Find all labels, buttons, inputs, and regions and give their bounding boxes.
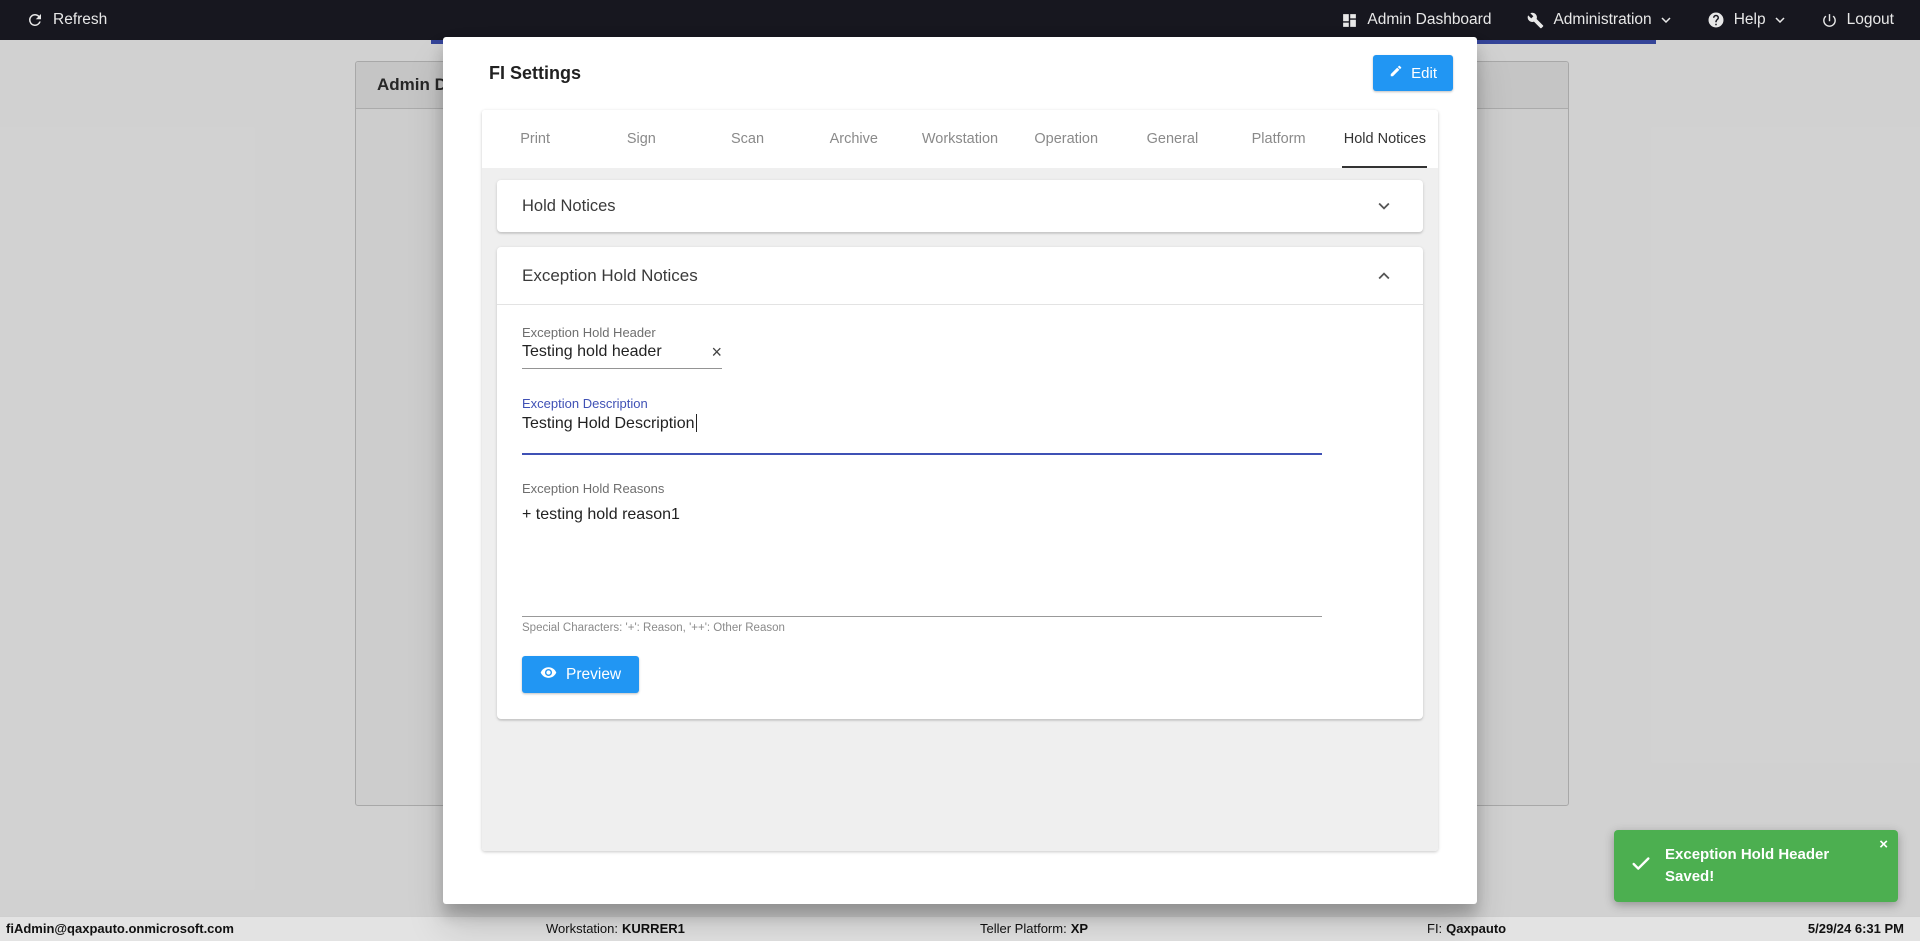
wrench-icon	[1527, 12, 1544, 29]
tab-operation[interactable]: Operation	[1013, 110, 1119, 168]
power-icon	[1821, 12, 1838, 29]
special-characters-hint: Special Characters: '+': Reason, '++': O…	[522, 622, 785, 634]
edit-label: Edit	[1411, 64, 1437, 82]
help-icon	[1707, 11, 1725, 29]
tab-sign[interactable]: Sign	[588, 110, 694, 168]
dashboard-grid-icon	[1341, 12, 1358, 29]
logout-button[interactable]: Logout	[1821, 11, 1894, 29]
focused-input-underline	[522, 453, 1322, 455]
clear-icon[interactable]: ×	[711, 343, 722, 361]
tab-archive[interactable]: Archive	[801, 110, 907, 168]
tab-bar: Print Sign Scan Archive Workstation Oper…	[482, 110, 1438, 168]
exception-hold-notices-accordion: Exception Hold Notices Exception Hold He…	[497, 247, 1423, 719]
refresh-icon	[26, 11, 44, 29]
help-menu[interactable]: Help	[1707, 11, 1785, 29]
administration-label: Administration	[1553, 11, 1652, 28]
logged-in-user: fiAdmin@qaxpauto.onmicrosoft.com	[6, 921, 234, 936]
text-cursor	[695, 414, 698, 432]
tab-workstation[interactable]: Workstation	[907, 110, 1013, 168]
exception-hold-reasons-field: Exception Hold Reasons + testing hold re…	[522, 481, 1395, 634]
eye-icon	[540, 664, 557, 686]
tab-print[interactable]: Print	[482, 110, 588, 168]
chevron-down-icon	[1373, 195, 1395, 217]
exception-accordion-content: Exception Hold Header Testing hold heade…	[497, 305, 1423, 719]
teller-platform-label: Teller Platform:	[980, 921, 1067, 936]
preview-label: Preview	[566, 665, 622, 683]
check-icon	[1630, 853, 1652, 880]
pencil-icon	[1389, 64, 1403, 82]
admin-dashboard-button[interactable]: Admin Dashboard	[1341, 11, 1491, 29]
logout-label: Logout	[1846, 11, 1894, 28]
hold-notices-accordion-header[interactable]: Hold Notices	[497, 180, 1423, 232]
topbar: Refresh Admin Dashboard Administration H…	[0, 0, 1920, 40]
teller-platform-value: XP	[1070, 921, 1089, 936]
settings-tab-card: Print Sign Scan Archive Workstation Oper…	[482, 110, 1438, 851]
teller-platform-status: Teller Platform: XP	[980, 917, 1088, 941]
exception-description-input[interactable]: Testing Hold Description	[522, 414, 1395, 433]
tab-platform[interactable]: Platform	[1226, 110, 1332, 168]
exception-hold-reasons-textarea[interactable]: + testing hold reason1	[522, 499, 1322, 617]
tab-hold-notices[interactable]: Hold Notices	[1332, 110, 1438, 168]
refresh-label: Refresh	[53, 11, 108, 28]
fi-value: Qaxpauto	[1446, 921, 1507, 936]
chevron-up-icon	[1373, 265, 1395, 287]
administration-menu[interactable]: Administration	[1527, 11, 1671, 29]
workstation-label: Workstation:	[546, 921, 619, 936]
hold-notices-panel: Hold Notices Exception Hold Notices Exce…	[482, 168, 1438, 851]
exception-description-label: Exception Description	[522, 396, 648, 411]
toast-notification: Exception Hold Header Saved! ×	[1614, 830, 1898, 902]
toast-message: Exception Hold Header Saved!	[1665, 846, 1830, 885]
help-label: Help	[1733, 11, 1766, 28]
exception-accordion-header[interactable]: Exception Hold Notices	[497, 247, 1423, 305]
status-bar: fiAdmin@qaxpauto.onmicrosoft.com Worksta…	[0, 916, 1920, 941]
exception-hold-header-input[interactable]: Testing hold header ×	[522, 343, 722, 369]
fi-label: FI:	[1427, 921, 1443, 936]
toast-close-icon[interactable]: ×	[1879, 837, 1888, 852]
active-tab-indicator	[1342, 166, 1428, 168]
tab-general[interactable]: General	[1119, 110, 1225, 168]
exception-hold-header-label: Exception Hold Header	[522, 325, 656, 340]
fi-status: FI: Qaxpauto	[1427, 917, 1506, 941]
dialog-header: FI Settings Edit	[443, 37, 1477, 109]
workstation-value: KURRER1	[622, 921, 685, 936]
chevron-down-icon	[1775, 17, 1785, 23]
refresh-button[interactable]: Refresh	[26, 11, 107, 29]
exception-description-value: Testing Hold Description	[522, 415, 695, 432]
fi-settings-dialog: FI Settings Edit Print Sign Scan Archive…	[443, 37, 1477, 904]
exception-accordion-title: Exception Hold Notices	[522, 265, 698, 285]
dialog-title: FI Settings	[489, 62, 582, 83]
exception-hold-reasons-label: Exception Hold Reasons	[522, 481, 665, 496]
workstation-status: Workstation: KURRER1	[546, 917, 685, 941]
exception-description-field: Exception Description Testing Hold Descr…	[522, 396, 1395, 455]
hold-notices-accordion-title: Hold Notices	[522, 196, 616, 215]
datetime: 5/29/24 6:31 PM	[1807, 921, 1904, 936]
edit-button[interactable]: Edit	[1373, 55, 1453, 91]
hold-notices-accordion: Hold Notices	[497, 180, 1423, 232]
chevron-down-icon	[1661, 17, 1671, 23]
preview-button[interactable]: Preview	[522, 656, 640, 693]
admin-dashboard-label: Admin Dashboard	[1367, 11, 1492, 28]
tab-scan[interactable]: Scan	[694, 110, 800, 168]
exception-hold-header-value: Testing hold header	[522, 343, 662, 360]
tab-hold-notices-label: Hold Notices	[1343, 131, 1426, 147]
